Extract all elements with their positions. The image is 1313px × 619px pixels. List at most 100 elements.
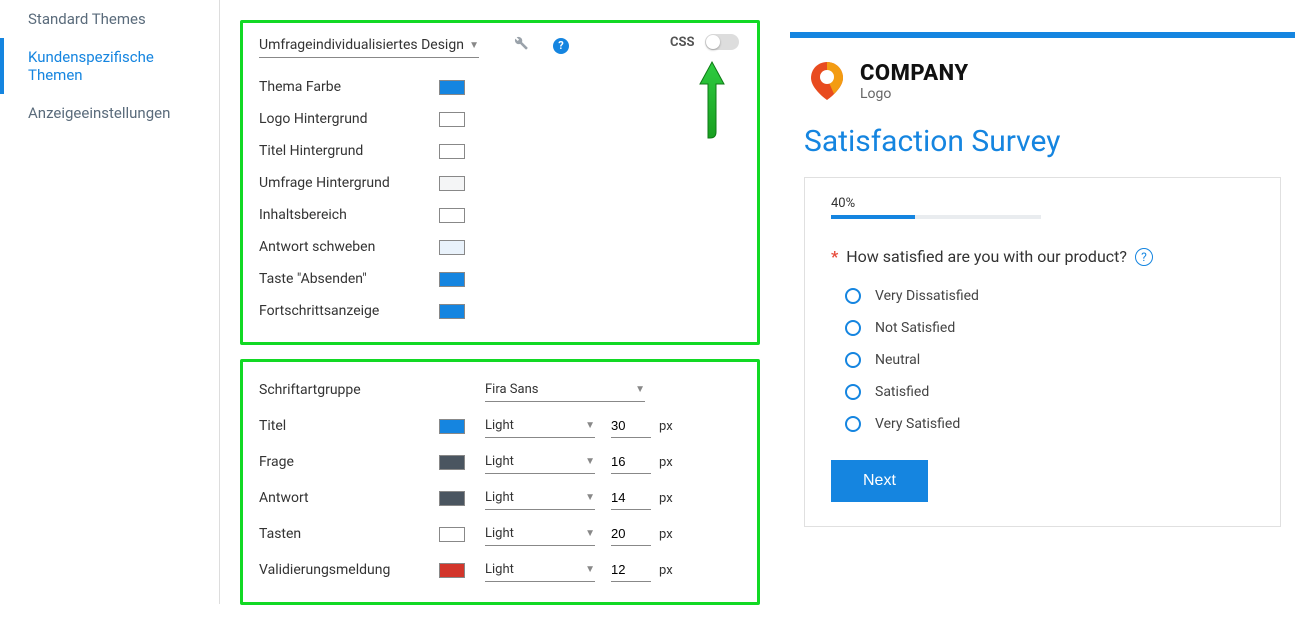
font-size-input[interactable] (611, 558, 651, 582)
font-size-input[interactable] (611, 414, 651, 438)
survey-preview: COMPANY Logo Satisfaction Survey 40% * H… (790, 38, 1295, 547)
color-swatch[interactable] (439, 240, 465, 255)
wrench-icon[interactable] (509, 33, 529, 58)
font-weight-select[interactable]: Light▼ (485, 414, 595, 438)
company-logo-icon (804, 58, 850, 104)
design-select[interactable]: Umfrageindividualisiertes Design ▼ (259, 33, 479, 58)
sidebar-item-display-settings[interactable]: Anzeigeeinstellungen (0, 94, 219, 132)
font-row-label: Titel (259, 418, 439, 434)
css-toggle-label: CSS (670, 35, 695, 50)
font-group-label: Schriftartgruppe (259, 382, 439, 398)
answer-option[interactable]: Neutral (831, 344, 1254, 376)
next-button[interactable]: Next (831, 460, 928, 502)
survey-title: Satisfaction Survey (790, 110, 1295, 177)
chevron-down-icon: ▼ (585, 420, 595, 431)
font-weight-select[interactable]: Light▼ (485, 486, 595, 510)
design-panel: Umfrageindividualisiertes Design ▼ ? The… (240, 20, 760, 345)
answer-option-label: Not Satisfied (875, 320, 955, 336)
font-row: Validierungsmeldung Light▼ px (259, 552, 741, 588)
font-color-swatch[interactable] (439, 527, 465, 542)
color-swatch[interactable] (439, 208, 465, 223)
css-toggle[interactable] (705, 34, 739, 50)
design-row: Taste "Absenden" (259, 264, 741, 294)
design-row: Fortschrittsanzeige (259, 296, 741, 326)
design-row-label: Umfrage Hintergrund (259, 175, 439, 191)
answer-option-label: Very Dissatisfied (875, 288, 979, 304)
chevron-down-icon: ▼ (585, 528, 595, 539)
font-size-unit: px (659, 491, 673, 506)
font-size-unit: px (659, 563, 673, 578)
font-size-unit: px (659, 455, 673, 470)
design-row: Inhaltsbereich (259, 200, 741, 230)
font-size-unit: px (659, 527, 673, 542)
design-row: Antwort schweben (259, 232, 741, 262)
font-row: Titel Light▼ px (259, 408, 741, 444)
font-row: Frage Light▼ px (259, 444, 741, 480)
annotation-arrow (694, 60, 730, 144)
chevron-down-icon: ▼ (585, 564, 595, 575)
font-group-select[interactable]: Fira Sans ▼ (485, 378, 645, 402)
answer-option[interactable]: Very Satisfied (831, 408, 1254, 440)
font-row: Antwort Light▼ px (259, 480, 741, 516)
company-name: COMPANY (860, 61, 969, 86)
radio-icon (845, 288, 861, 304)
question-text: How satisfied are you with our product? (846, 247, 1127, 266)
design-row: Thema Farbe (259, 72, 741, 102)
sidebar-item-standard-themes[interactable]: Standard Themes (0, 0, 219, 38)
font-row-label: Frage (259, 454, 439, 470)
radio-icon (845, 352, 861, 368)
design-row-label: Taste "Absenden" (259, 271, 439, 287)
font-size-unit: px (659, 419, 673, 434)
design-row-label: Thema Farbe (259, 79, 439, 95)
design-row-label: Antwort schweben (259, 239, 439, 255)
question-help-icon[interactable]: ? (1135, 248, 1153, 266)
chevron-down-icon: ▼ (469, 40, 479, 51)
font-row-label: Antwort (259, 490, 439, 506)
sidebar: Standard Themes Kundenspezifische Themen… (0, 0, 220, 604)
answer-option-label: Very Satisfied (875, 416, 960, 432)
design-row: Umfrage Hintergrund (259, 168, 741, 198)
design-row-label: Logo Hintergrund (259, 111, 439, 127)
required-indicator: * (831, 247, 838, 266)
design-row-label: Fortschrittsanzeige (259, 303, 439, 319)
answer-option-label: Satisfied (875, 384, 929, 400)
radio-icon (845, 416, 861, 432)
answer-option[interactable]: Very Dissatisfied (831, 280, 1254, 312)
help-icon[interactable]: ? (553, 38, 569, 54)
font-row-label: Tasten (259, 526, 439, 542)
design-row: Logo Hintergrund (259, 104, 741, 134)
font-color-swatch[interactable] (439, 455, 465, 470)
font-color-swatch[interactable] (439, 419, 465, 434)
color-swatch[interactable] (439, 112, 465, 127)
font-weight-select[interactable]: Light▼ (485, 558, 595, 582)
color-swatch[interactable] (439, 304, 465, 319)
font-color-swatch[interactable] (439, 563, 465, 578)
design-row-label: Inhaltsbereich (259, 207, 439, 223)
answer-option[interactable]: Not Satisfied (831, 312, 1254, 344)
design-select-value: Umfrageindividualisiertes Design (259, 37, 464, 53)
chevron-down-icon: ▼ (635, 384, 645, 395)
sidebar-item-custom-themes[interactable]: Kundenspezifische Themen (0, 38, 219, 94)
design-row-label: Titel Hintergrund (259, 143, 439, 159)
font-size-input[interactable] (611, 522, 651, 546)
font-size-input[interactable] (611, 450, 651, 474)
color-swatch[interactable] (439, 80, 465, 95)
font-weight-select[interactable]: Light▼ (485, 450, 595, 474)
font-size-input[interactable] (611, 486, 651, 510)
font-row: Tasten Light▼ px (259, 516, 741, 552)
survey-card: 40% * How satisfied are you with our pro… (804, 177, 1281, 527)
chevron-down-icon: ▼ (585, 492, 595, 503)
chevron-down-icon: ▼ (585, 456, 595, 467)
color-swatch[interactable] (439, 272, 465, 287)
font-weight-select[interactable]: Light▼ (485, 522, 595, 546)
answer-option[interactable]: Satisfied (831, 376, 1254, 408)
font-color-swatch[interactable] (439, 491, 465, 506)
progress-fill (831, 215, 915, 219)
font-panel: Schriftartgruppe Fira Sans ▼ Titel Light▼… (240, 359, 760, 605)
font-row-label: Validierungsmeldung (259, 562, 439, 578)
progress-bar (831, 215, 1041, 219)
progress-label: 40% (831, 196, 1254, 211)
radio-icon (845, 384, 861, 400)
color-swatch[interactable] (439, 176, 465, 191)
color-swatch[interactable] (439, 144, 465, 159)
